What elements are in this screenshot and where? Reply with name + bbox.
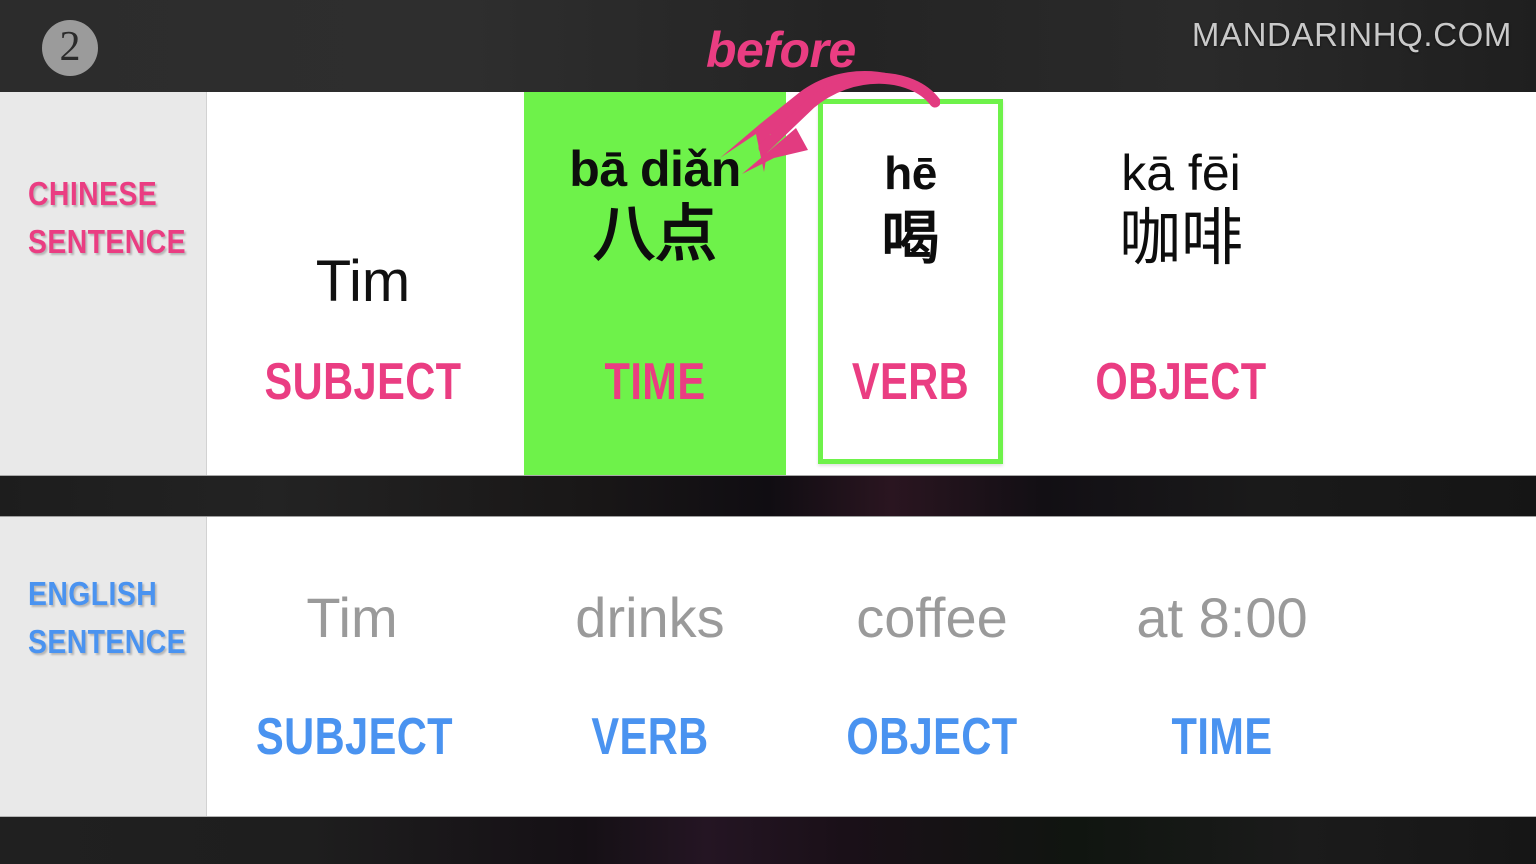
section-divider-band: [0, 475, 1536, 517]
chinese-object-pinyin: kā fēi: [1121, 145, 1241, 201]
chinese-verb-hanzi: 喝: [881, 206, 940, 271]
chinese-time-hanzi: 八点: [592, 200, 717, 269]
chinese-role-time-text: TIME: [604, 353, 706, 411]
step-number-badge: 2: [42, 20, 98, 76]
english-cell-time[interactable]: at 8:00: [1092, 585, 1352, 651]
chinese-row-label-text: CHINESE SENTENCE: [28, 170, 186, 266]
english-label-line1: ENGLISH: [28, 575, 158, 612]
chinese-subject-word: Tim: [315, 249, 411, 314]
english-cell-subject[interactable]: Tim: [232, 585, 472, 651]
english-cell-object[interactable]: coffee: [812, 585, 1052, 651]
english-role-object-text: OBJECT: [846, 708, 1018, 766]
english-row-label-text: ENGLISH SENTENCE: [28, 570, 186, 666]
chinese-role-object-text: OBJECT: [1095, 353, 1267, 411]
lesson-slide: 2 MANDARINHQ.COM before CHINESE SENTENCE…: [0, 0, 1536, 864]
english-object-word: coffee: [856, 586, 1008, 649]
english-verb-word: drinks: [575, 586, 725, 649]
chinese-role-subject: SUBJECT: [232, 354, 494, 410]
chinese-cell-verb[interactable]: hē 喝: [818, 144, 1003, 276]
chinese-role-verb: VERB: [818, 354, 1003, 410]
english-role-time-text: TIME: [1171, 708, 1273, 766]
english-role-verb: VERB: [520, 709, 780, 765]
english-cell-verb[interactable]: drinks: [520, 585, 780, 651]
chinese-cell-time[interactable]: bā diǎn 八点: [524, 140, 786, 272]
bottom-band: [0, 816, 1536, 864]
site-watermark: MANDARINHQ.COM: [1191, 16, 1512, 53]
english-sentence-section: ENGLISH SENTENCE Tim drinks coffee at 8:…: [0, 517, 1536, 816]
english-label-line2: SENTENCE: [28, 623, 186, 660]
chinese-role-subject-text: SUBJECT: [264, 353, 462, 411]
chinese-label-line2: SENTENCE: [28, 223, 186, 260]
english-role-time: TIME: [1092, 709, 1352, 765]
chinese-cell-object[interactable]: kā fēi 咖啡: [1050, 144, 1312, 276]
chinese-object-hanzi: 咖啡: [1118, 204, 1243, 273]
chinese-sentence-section: CHINESE SENTENCE Tim SUBJECT bā diǎn 八点 …: [0, 92, 1536, 475]
before-annotation-label: before: [706, 22, 856, 78]
english-time-word: at 8:00: [1136, 586, 1308, 649]
chinese-row-label: CHINESE SENTENCE: [0, 92, 207, 475]
english-role-verb-text: VERB: [591, 708, 709, 766]
chinese-role-object: OBJECT: [1050, 354, 1312, 410]
chinese-role-time: TIME: [524, 354, 786, 410]
chinese-role-verb-text: VERB: [851, 353, 970, 411]
chinese-verb-pinyin: hē: [884, 147, 937, 199]
english-role-subject-text: SUBJECT: [256, 708, 453, 766]
chinese-label-line1: CHINESE: [28, 175, 158, 212]
chinese-cell-subject[interactable]: Tim: [232, 247, 494, 317]
english-role-subject: SUBJECT: [232, 709, 472, 765]
english-subject-word: Tim: [306, 586, 398, 649]
english-role-object: OBJECT: [812, 709, 1052, 765]
english-row-label: ENGLISH SENTENCE: [0, 517, 207, 816]
chinese-time-pinyin: bā diǎn: [569, 141, 741, 197]
